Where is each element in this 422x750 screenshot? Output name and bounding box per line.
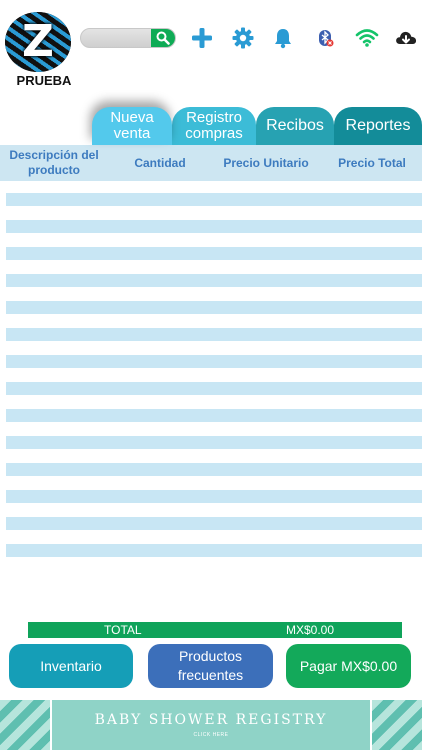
frequent-products-label: Productos frecuentes [177,648,244,683]
wifi-icon [355,29,379,47]
inventory-button[interactable]: Inventario [9,644,133,688]
search-button[interactable] [151,29,175,47]
plus-icon [192,28,212,48]
table-row[interactable] [6,436,422,449]
logo-letter: Z [22,16,54,67]
search-icon [156,31,170,45]
cloud-sync-button[interactable] [394,26,418,50]
table-header: Descripción del producto Cantidad Precio… [0,145,422,181]
logo-label: PRUEBA [16,73,72,88]
tab-nueva-venta[interactable]: Nueva venta [92,107,172,145]
table-row[interactable] [6,517,422,530]
ad-title: BABY SHOWER REGISTRY [94,712,328,728]
table-row[interactable] [6,355,422,368]
search-input[interactable] [81,29,153,47]
ad-subtitle: CLICK HERE [193,732,229,738]
total-bar: TOTAL MX$0.00 [28,622,402,638]
search-bar[interactable] [80,28,176,48]
pay-button[interactable]: Pagar MX$0.00 [286,644,411,688]
ad-content[interactable]: BABY SHOWER REGISTRY CLICK HERE [50,700,372,750]
app-logo: Z [5,12,71,72]
column-header-description: Descripción del producto [9,148,99,177]
ad-stripes-left [0,700,50,750]
ad-stripes-right [372,700,422,750]
cloud-download-icon [396,31,417,44]
column-header-quantity: Cantidad [134,155,186,170]
table-row[interactable] [6,274,422,287]
table-row[interactable] [6,301,422,314]
notifications-button[interactable] [271,26,295,50]
bluetooth-off-icon [319,30,334,47]
settings-button[interactable] [231,26,255,50]
table-row[interactable] [6,463,422,476]
table-row[interactable] [6,193,422,206]
gear-icon [232,27,254,49]
table-row[interactable] [6,544,422,557]
add-button[interactable] [190,26,214,50]
bell-icon [275,29,291,49]
table-row[interactable] [6,247,422,260]
tab-recibos[interactable]: Recibos [256,107,334,145]
table-row[interactable] [6,328,422,341]
wifi-status[interactable] [355,26,379,50]
table-row[interactable] [6,220,422,233]
table-body [6,193,422,571]
frequent-products-button[interactable]: Productos frecuentes [148,644,273,688]
ad-banner[interactable]: BABY SHOWER REGISTRY CLICK HERE [0,700,422,750]
table-row[interactable] [6,490,422,503]
tab-registro-compras[interactable]: Registro compras [172,107,256,145]
table-row[interactable] [6,382,422,395]
table-row[interactable] [6,409,422,422]
column-header-unit-price: Precio Unitario [223,155,309,170]
column-header-total-price: Precio Total [338,155,406,170]
tab-reportes[interactable]: Reportes [334,107,422,145]
total-label: TOTAL [104,623,142,637]
bluetooth-button[interactable] [313,26,337,50]
total-value: MX$0.00 [286,623,335,637]
